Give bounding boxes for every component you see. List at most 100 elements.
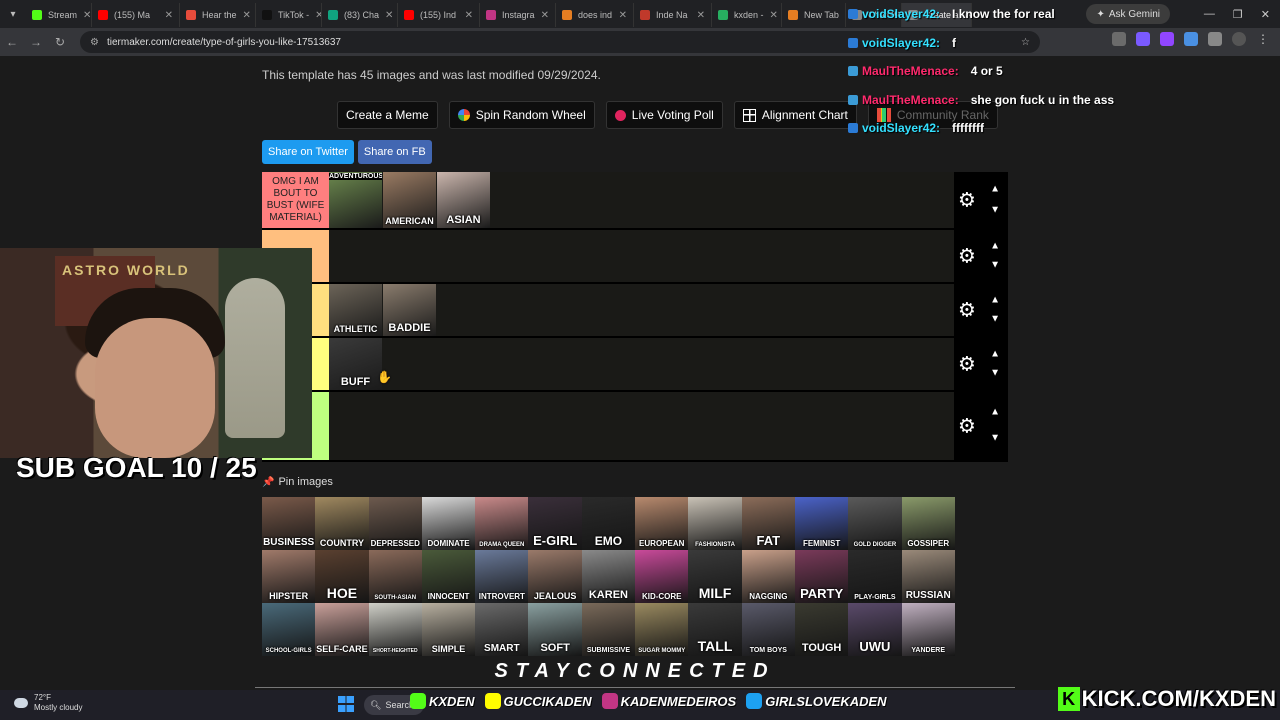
move-down-icon[interactable]: ▼: [990, 205, 1000, 216]
gear-icon[interactable]: ⚙: [958, 244, 976, 269]
pool-image[interactable]: GOLD DIGGER: [848, 497, 902, 550]
tab-close-icon[interactable]: ✕: [697, 10, 705, 21]
live-poll-button[interactable]: Live Voting Poll: [605, 101, 723, 129]
tab-search-icon[interactable]: ▾: [0, 0, 26, 28]
gear-icon[interactable]: ⚙: [958, 414, 976, 439]
pool-image[interactable]: RUSSIAN: [901, 550, 955, 603]
reload-icon[interactable]: ↻: [48, 35, 72, 49]
browser-tab[interactable]: (83) Cha ✕: [322, 3, 398, 27]
move-up-icon[interactable]: ▲: [990, 240, 1000, 251]
create-meme-button[interactable]: Create a Meme: [337, 101, 438, 129]
tier-image[interactable]: BADDIE: [383, 284, 436, 336]
pool-image[interactable]: NAGGING: [741, 550, 795, 603]
browser-tab[interactable]: Inde Na ✕: [634, 3, 712, 27]
browser-tab[interactable]: New Tab✕: [782, 3, 846, 27]
spin-wheel-button[interactable]: Spin Random Wheel: [448, 101, 595, 129]
twitch-extension-icon[interactable]: [1160, 32, 1174, 46]
tab-close-icon[interactable]: ✕: [165, 10, 173, 21]
tab-close-icon[interactable]: ✕: [619, 10, 627, 21]
move-up-icon[interactable]: ▲: [990, 294, 1000, 305]
pool-image[interactable]: BUSINESS: [262, 497, 316, 550]
pool-image[interactable]: DRAMA QUEEN: [475, 497, 529, 550]
pool-image[interactable]: TOM BOYS: [741, 603, 795, 656]
weather-widget[interactable]: 72°F Mostly cloudy: [14, 693, 82, 712]
pool-image[interactable]: JEALOUS: [528, 550, 582, 603]
move-up-icon[interactable]: ▲: [990, 407, 1000, 418]
pool-image[interactable]: SELF-CARE: [315, 603, 369, 656]
tier-image[interactable]: ASIAN: [437, 172, 490, 228]
pool-image[interactable]: INTROVERT: [475, 550, 529, 603]
pool-image[interactable]: TOUGH: [794, 603, 849, 656]
browser-tab[interactable]: Stream ✕: [26, 3, 92, 27]
extensions-puzzle-icon[interactable]: [1208, 32, 1222, 46]
pool-image[interactable]: SHORT-HEIGHTED: [368, 603, 422, 656]
close-icon[interactable]: ✕: [1261, 8, 1270, 21]
share-fb-button[interactable]: Share on FB: [357, 140, 432, 164]
move-up-icon[interactable]: ▲: [990, 348, 1000, 359]
pool-image[interactable]: SMART: [475, 603, 529, 656]
pool-image[interactable]: MILF: [688, 550, 742, 603]
pool-image[interactable]: FEMINIST: [794, 497, 849, 550]
gear-icon[interactable]: ⚙: [958, 188, 976, 213]
pool-image[interactable]: GOSSIPER: [901, 497, 955, 550]
browser-tab[interactable]: does ind ✕: [556, 3, 634, 27]
pool-image[interactable]: TALL: [688, 603, 742, 656]
forward-icon[interactable]: →: [24, 35, 48, 49]
tab-close-icon[interactable]: ✕: [465, 10, 473, 21]
pool-image[interactable]: DOMINATE: [421, 497, 476, 550]
pool-image[interactable]: EUROPEAN: [635, 497, 689, 550]
pool-image[interactable]: SUBMISSIVE: [581, 603, 636, 656]
pool-image[interactable]: FASHIONISTA: [688, 497, 742, 550]
pool-image[interactable]: E-GIRL: [528, 497, 582, 550]
tab-close-icon[interactable]: ✕: [83, 10, 91, 21]
move-down-icon[interactable]: ▼: [990, 368, 1000, 379]
menu-icon[interactable]: ⋮: [1256, 32, 1270, 46]
browser-tab[interactable]: (155) Ma ✕: [92, 3, 180, 27]
alignment-chart-button[interactable]: Alignment Chart: [733, 101, 857, 129]
move-down-icon[interactable]: ▼: [990, 314, 1000, 325]
tab-close-icon[interactable]: ✕: [770, 10, 778, 21]
profile-avatar[interactable]: [1232, 32, 1246, 46]
tier-label[interactable]: OMG I AM BOUT TO BUST (WIFE MATERIAL): [262, 172, 329, 228]
tier-image[interactable]: ATHLETIC: [329, 284, 382, 336]
tier-image[interactable]: ADVENTUROUS: [329, 172, 382, 228]
tab-close-icon[interactable]: ✕: [541, 10, 549, 21]
pool-image[interactable]: KAREN: [581, 550, 636, 603]
pool-image[interactable]: YANDERE: [901, 603, 955, 656]
tab-close-icon[interactable]: ✕: [385, 10, 393, 21]
share-twitter-button[interactable]: Share on Twitter: [262, 140, 354, 164]
browser-tab[interactable]: TikTok - ✕: [256, 3, 322, 27]
pool-image[interactable]: HIPSTER: [262, 550, 316, 603]
pool-image[interactable]: PLAY-GIRLS: [848, 550, 902, 603]
windows-start-icon[interactable]: [338, 696, 354, 712]
pool-image[interactable]: SOFT: [528, 603, 582, 656]
pin-images[interactable]: 📌 Pin images: [262, 476, 333, 488]
pool-image[interactable]: HOE: [315, 550, 369, 603]
move-down-icon[interactable]: ▼: [990, 433, 1000, 444]
tier-image[interactable]: AMERICAN: [383, 172, 436, 228]
minimize-icon[interactable]: —: [1204, 8, 1215, 20]
pool-image[interactable]: DEPRESSED: [368, 497, 422, 550]
pool-image[interactable]: SCHOOL-GIRLS: [262, 603, 316, 656]
browser-tab[interactable]: Instagra ✕: [480, 3, 556, 27]
pool-image[interactable]: KID-CORE: [635, 550, 689, 603]
extension-icon[interactable]: [1184, 32, 1198, 46]
browser-tab[interactable]: kxden - ✕: [712, 3, 782, 27]
pool-image[interactable]: FAT: [741, 497, 795, 550]
browser-tab[interactable]: Hear the ✕: [180, 3, 256, 27]
pool-image[interactable]: SIMPLE: [421, 603, 476, 656]
pool-image[interactable]: COUNTRY: [315, 497, 369, 550]
pool-image[interactable]: INNOCENT: [421, 550, 476, 603]
tab-close-icon[interactable]: ✕: [243, 10, 251, 21]
site-info-icon[interactable]: ⚙: [90, 37, 99, 48]
pool-image[interactable]: PARTY: [794, 550, 849, 603]
back-icon[interactable]: ←: [0, 35, 24, 49]
pool-image[interactable]: SOUTH-ASIAN: [368, 550, 422, 603]
tier-image[interactable]: BUFF: [329, 338, 382, 390]
tab-close-icon[interactable]: ✕: [315, 10, 321, 21]
pool-image[interactable]: EMO: [581, 497, 636, 550]
maximize-icon[interactable]: ❐: [1233, 8, 1243, 21]
gear-icon[interactable]: ⚙: [958, 352, 976, 377]
move-down-icon[interactable]: ▼: [990, 260, 1000, 271]
move-up-icon[interactable]: ▲: [990, 183, 1000, 194]
